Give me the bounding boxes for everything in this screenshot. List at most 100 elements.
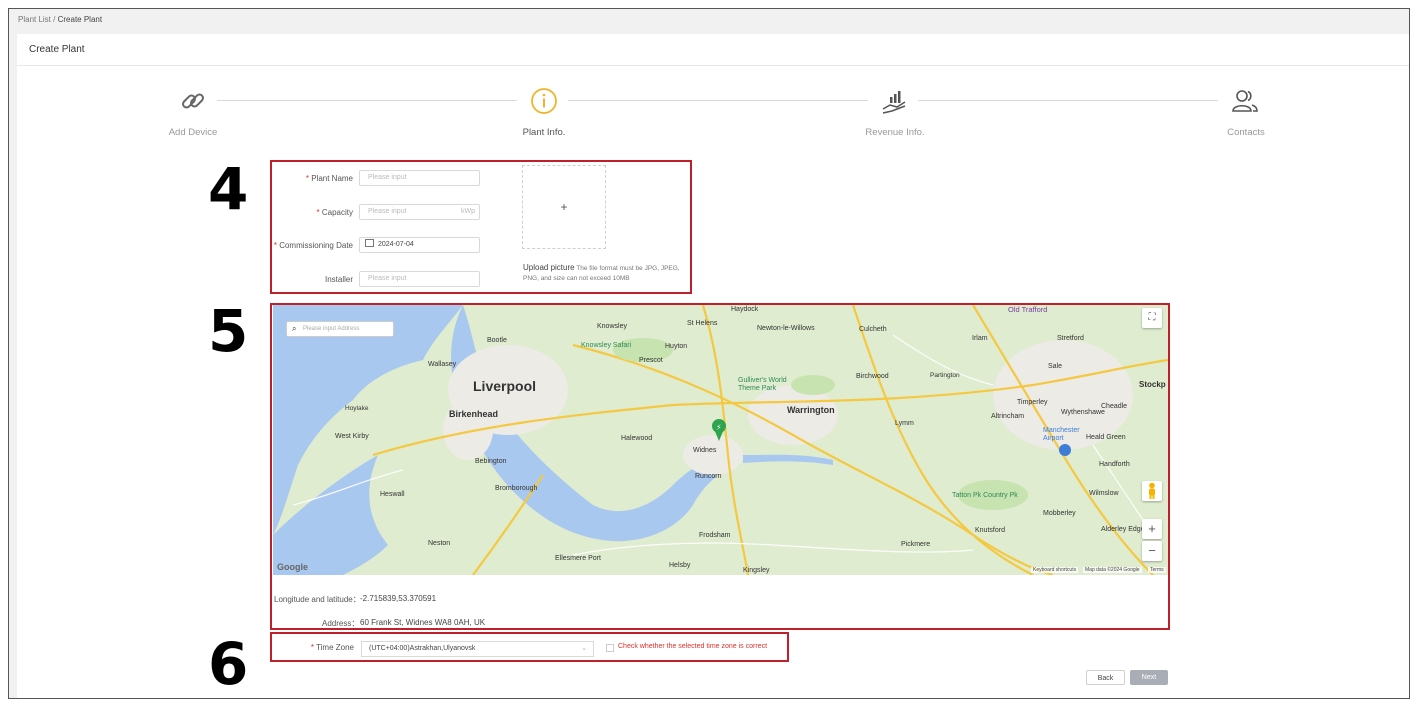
map-label-ellesmere-port: Ellesmere Port <box>555 555 601 562</box>
map-label-wythenshawe: Wythenshawe <box>1061 409 1105 416</box>
map-label-old-trafford: Old Trafford <box>1008 305 1048 314</box>
step-plant-info-label: Plant Info. <box>522 127 566 138</box>
breadcrumb-separator: / <box>53 15 56 24</box>
zoom-in-button[interactable]: + <box>1142 519 1162 539</box>
link-icon <box>179 87 207 115</box>
address-label: Address： <box>322 619 360 628</box>
map-label-prescot: Prescot <box>639 357 663 364</box>
time-zone-select[interactable]: (UTC+04:00)Astrakhan,Ulyanovsk ⌄ <box>361 641 594 657</box>
calendar-icon <box>365 239 374 247</box>
address-value: 60 Frank St, Widnes WA8 0AH, UK <box>360 618 486 627</box>
capacity-unit: kWp <box>461 208 475 215</box>
commissioning-date-label: * Commissioning Date <box>273 241 353 250</box>
map-label-lymm: Lymm <box>895 420 914 427</box>
map-label-huyton: Huyton <box>665 343 688 350</box>
time-zone-confirm-checkbox[interactable] <box>606 644 614 652</box>
installer-input[interactable]: Please input <box>359 271 480 287</box>
map-label-knowsley-safari: Knowsley Safari <box>581 342 632 349</box>
breadcrumb-current: Create Plant <box>57 15 103 24</box>
map-label-handforth: Handforth <box>1099 461 1130 468</box>
search-icon: ⌕ <box>292 324 297 333</box>
revenue-hand-icon <box>880 87 908 115</box>
map-label-birkenhead: Birkenhead <box>449 409 499 419</box>
plant-name-input[interactable]: Please input <box>359 170 480 186</box>
breadcrumb-plant-list[interactable]: Plant List <box>18 15 51 24</box>
location-map[interactable]: ⚡ Liverpool Birkenhead Warrington Widnes… <box>273 305 1168 575</box>
map-label-knowsley: Knowsley <box>597 323 627 330</box>
map-label-bromborough: Bromborough <box>495 485 538 492</box>
step-contacts-label: Contacts <box>1227 127 1265 138</box>
step-connector <box>217 100 517 101</box>
map-label-stretford: Stretford <box>1057 335 1084 342</box>
map-label-stockport: Stockp <box>1139 380 1166 389</box>
map-label-runcorn: Runcorn <box>695 473 722 480</box>
chevron-down-icon: ⌄ <box>581 645 587 652</box>
map-label-hoylake: Hoylake <box>345 405 369 412</box>
map-label-pickmere: Pickmere <box>901 541 931 548</box>
map-label-birchwood: Birchwood <box>856 373 889 380</box>
zoom-out-button[interactable]: − <box>1142 541 1162 561</box>
upload-picture-area[interactable]: + <box>522 165 606 249</box>
step-add-device-label: Add Device <box>168 127 218 138</box>
map-label-bootle: Bootle <box>487 337 507 344</box>
map-label-haydock: Haydock <box>731 306 759 313</box>
map-label-knutsford: Knutsford <box>975 527 1005 534</box>
plant-name-label: * Plant Name <box>305 174 353 183</box>
map-label-sale: Sale <box>1048 363 1063 370</box>
map-label-halewood: Halewood <box>621 435 653 442</box>
breadcrumb: Plant List / Create Plant <box>18 15 102 24</box>
map-label-newton: Newton-le-Willows <box>757 325 815 332</box>
pegman-icon[interactable] <box>1142 481 1162 501</box>
annotation-number-5: 5 <box>208 297 249 365</box>
fullscreen-button[interactable]: ⛶ <box>1142 308 1162 328</box>
map-label-altrincham: Altrincham <box>991 413 1025 420</box>
map-label-wallasey: Wallasey <box>428 361 457 368</box>
map-label-kingsley: Kingsley <box>743 567 770 574</box>
map-label-wilmslow: Wilmslow <box>1089 490 1119 497</box>
installer-label: Installer <box>324 275 353 284</box>
time-zone-label: * Time Zone <box>310 643 354 652</box>
step-connector <box>568 100 868 101</box>
map-search-input[interactable]: ⌕ Please input Address <box>286 321 394 337</box>
step-revenue-info-label: Revenue Info. <box>865 127 925 138</box>
title-divider <box>17 65 1409 66</box>
capacity-label: * Capacity <box>316 208 353 217</box>
pin-icon: ⚡ <box>716 423 722 432</box>
step-connector <box>918 100 1218 101</box>
commissioning-date-picker[interactable]: 2024-07-04 <box>359 237 480 253</box>
map-data-attribution: Map data ©2024 Google <box>1083 567 1142 573</box>
map-label-st-helens: St Helens <box>687 320 718 327</box>
map-label-timperley: Timperley <box>1017 399 1048 406</box>
back-button[interactable]: Back <box>1086 670 1125 685</box>
map-label-liverpool: Liverpool <box>473 378 537 394</box>
lonlat-value: -2.715839,53.370591 <box>360 594 437 603</box>
upload-hint: Upload picture The file format must be J… <box>523 263 680 282</box>
capacity-input[interactable]: Please input kWp <box>359 204 480 220</box>
google-logo: Google <box>277 562 308 572</box>
map-label-partington: Partington <box>930 372 960 379</box>
map-label-alderley-edge: Alderley Edge <box>1101 526 1145 533</box>
keyboard-shortcuts-link[interactable]: Keyboard shortcuts <box>1031 567 1079 573</box>
info-circle-icon <box>530 87 558 115</box>
plus-icon: + <box>560 200 568 214</box>
map-label-frodsham: Frodsham <box>699 532 731 539</box>
map-label-warrington: Warrington <box>787 405 835 415</box>
map-label-bebington: Bebington <box>475 458 507 465</box>
next-button[interactable]: Next <box>1130 670 1168 685</box>
lonlat-label: Longitude and latitude： <box>274 595 361 604</box>
map-label-heald-green: Heald Green <box>1086 434 1126 441</box>
map-label-irlam: Irlam <box>972 335 988 342</box>
page-title: Create Plant <box>29 44 85 55</box>
time-zone-confirm-label: Check whether the selected time zone is … <box>618 643 768 650</box>
map-label-helsby: Helsby <box>669 562 691 569</box>
map-label-heswall: Heswall <box>380 491 405 498</box>
contacts-icon <box>1231 87 1259 115</box>
map-label-gullivers: Gulliver's World Theme Park <box>738 377 787 392</box>
map-label-widnes: Widnes <box>693 447 717 454</box>
map-label-neston: Neston <box>428 540 451 547</box>
map-label-culcheth: Culcheth <box>859 326 887 333</box>
map-label-west-kirby: West Kirby <box>335 433 369 440</box>
map-label-mobberley: Mobberley <box>1043 510 1076 517</box>
terms-link[interactable]: Terms <box>1148 567 1166 573</box>
map-label-tatton: Tatton Pk Country Pk <box>952 492 1018 499</box>
